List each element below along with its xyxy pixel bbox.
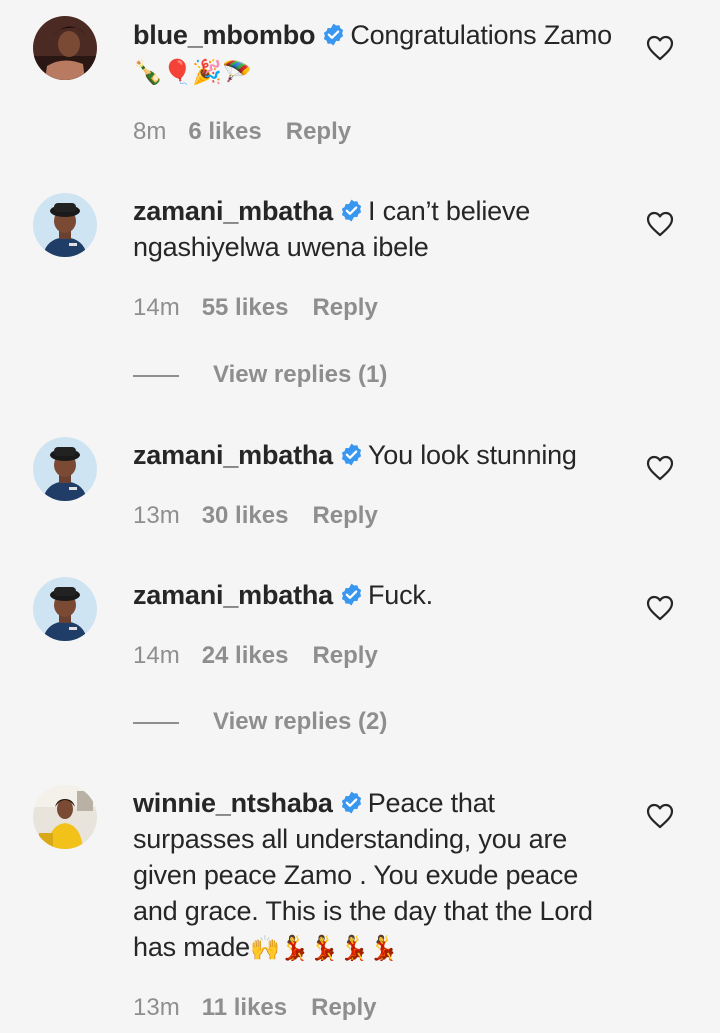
reply-button[interactable]: Reply (286, 118, 351, 145)
comment-text: winnie_ntshaba Peace that surpasses all u… (133, 785, 613, 967)
comment-text: zamani_mbatha I can’t believe ngashiyelwa… (133, 193, 613, 265)
heart-outline-icon[interactable] (646, 595, 674, 621)
likes-count[interactable]: 6 likes (188, 118, 261, 145)
username[interactable]: zamani_mbatha (133, 196, 333, 226)
comment-meta: 14m 55 likes Reply (133, 293, 378, 323)
timestamp: 14m (133, 642, 180, 669)
username[interactable]: zamani_mbatha (133, 580, 333, 610)
verified-badge-icon (324, 23, 344, 46)
username[interactable]: winnie_ntshaba (133, 788, 333, 818)
comment-meta: 8m 6 likes Reply (133, 117, 351, 147)
avatar[interactable] (33, 437, 97, 501)
verified-badge-icon (341, 443, 362, 466)
heart-outline-icon[interactable] (646, 803, 674, 829)
reply-button[interactable]: Reply (312, 642, 377, 669)
comment-body: Congratulations Zamo (350, 20, 612, 50)
avatar[interactable] (33, 16, 97, 80)
comment-meta: 13m 11 likes Reply (133, 993, 376, 1023)
comment-text: blue_mbombo Congratulations Zamo 🍾🎈🎉🪂 (133, 17, 613, 91)
reply-button[interactable]: Reply (312, 502, 377, 529)
verified-badge-icon (341, 583, 362, 606)
heart-outline-icon[interactable] (646, 211, 674, 237)
likes-count[interactable]: 55 likes (202, 294, 289, 321)
comment-body: You look stunning (367, 440, 577, 470)
comment-text: zamani_mbatha Fuck. (133, 577, 613, 613)
divider-line (133, 721, 179, 724)
avatar[interactable] (33, 577, 97, 641)
emoji-group: 🍾🎈🎉🪂 (133, 59, 252, 86)
likes-count[interactable]: 30 likes (202, 502, 289, 529)
likes-count[interactable]: 24 likes (202, 642, 289, 669)
comment-body: Fuck. (367, 580, 433, 610)
comment-meta: 14m 24 likes Reply (133, 641, 378, 671)
divider-line (133, 374, 179, 377)
comment-text: zamani_mbatha You look stunning (133, 437, 613, 473)
verified-badge-icon (341, 791, 361, 814)
heart-outline-icon[interactable] (646, 455, 674, 481)
timestamp: 13m (133, 502, 180, 529)
heart-outline-icon[interactable] (646, 35, 674, 61)
timestamp: 14m (133, 294, 180, 321)
likes-count[interactable]: 11 likes (202, 994, 287, 1021)
avatar[interactable] (33, 193, 97, 257)
timestamp: 8m (133, 118, 167, 145)
username[interactable]: zamani_mbatha (133, 440, 333, 470)
timestamp: 13m (133, 994, 180, 1021)
view-replies-button[interactable]: View replies (1) (133, 360, 387, 390)
emoji-group: 🙌💃💃💃💃 (249, 935, 399, 962)
comment-meta: 13m 30 likes Reply (133, 501, 378, 531)
view-replies-button[interactable]: View replies (2) (133, 707, 387, 737)
view-replies-label: View replies (1) (213, 361, 388, 388)
username[interactable]: blue_mbombo (133, 20, 316, 50)
reply-button[interactable]: Reply (311, 994, 376, 1021)
verified-badge-icon (341, 199, 362, 222)
reply-button[interactable]: Reply (312, 294, 377, 321)
avatar[interactable] (33, 785, 97, 849)
view-replies-label: View replies (2) (213, 708, 388, 735)
